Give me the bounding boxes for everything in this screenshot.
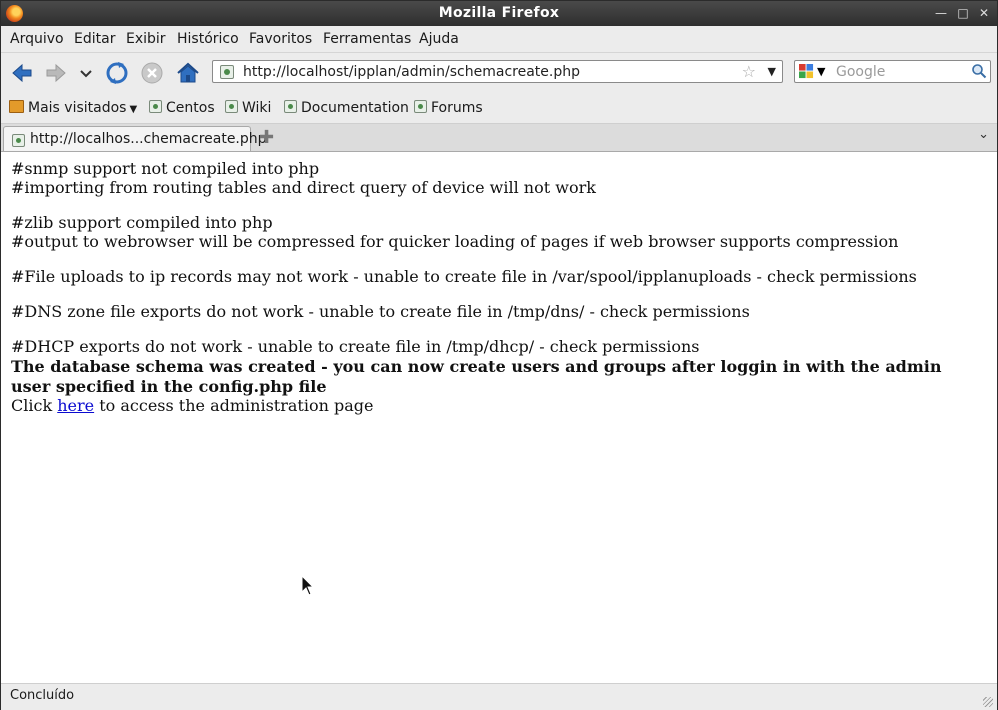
bookmark-label: Mais visitados <box>28 100 127 116</box>
bookmark-label: Wiki <box>242 100 272 116</box>
forward-arrow-icon[interactable] <box>43 60 69 86</box>
back-arrow-icon[interactable] <box>9 60 35 86</box>
minimize-icon[interactable]: — <box>933 5 949 21</box>
page-icon <box>12 134 25 147</box>
tab-bar: http://localhos...chemacreate.php ✚ ⌄ <box>1 124 997 152</box>
bookmark-wiki[interactable]: Wiki <box>225 100 271 116</box>
content-line: #importing from routing tables and direc… <box>11 178 596 197</box>
menu-editar[interactable]: Editar <box>74 31 115 47</box>
engine-dropdown-icon[interactable]: ▼ <box>817 65 825 78</box>
mouse-cursor-icon <box>301 575 315 596</box>
maximize-icon[interactable]: □ <box>955 5 971 21</box>
url-text[interactable]: http://localhost/ipplan/admin/schemacrea… <box>243 64 580 80</box>
bookmark-mais-visitados[interactable]: Mais visitados ▼ <box>9 100 137 116</box>
status-text: Concluído <box>10 688 75 703</box>
click-suffix: to access the administration page <box>99 396 374 415</box>
content-line: #DNS zone file exports do not work - una… <box>11 302 750 321</box>
search-icon[interactable] <box>971 63 987 79</box>
search-bar[interactable]: ▼ Google <box>794 60 991 83</box>
tab-list-icon[interactable]: ⌄ <box>978 127 989 142</box>
url-bar[interactable]: http://localhost/ipplan/admin/schemacrea… <box>212 60 783 83</box>
reload-icon[interactable] <box>104 60 130 86</box>
tab-active[interactable]: http://localhos...chemacreate.php <box>3 126 267 151</box>
content-line: #File uploads to ip records may not work… <box>11 267 917 286</box>
close-icon[interactable]: ✕ <box>976 5 992 21</box>
bookmark-label: Centos <box>166 100 215 116</box>
menu-arquivo[interactable]: Arquivo <box>10 31 64 47</box>
schema-created-message: The database schema was created - you ca… <box>11 357 942 376</box>
bookmark-label: Forums <box>431 100 483 116</box>
site-identity-icon[interactable] <box>220 65 234 79</box>
content-line: #DHCP exports do not work - unable to cr… <box>11 337 700 356</box>
content-line: #output to webrowser will be compressed … <box>11 232 899 251</box>
page-icon <box>149 100 162 113</box>
url-dropdown-icon[interactable]: ▼ <box>768 65 776 78</box>
menu-exibir[interactable]: Exibir <box>126 31 166 47</box>
folder-icon <box>9 100 24 113</box>
menu-historico[interactable]: Histórico <box>177 31 239 47</box>
page-icon <box>225 100 238 113</box>
page-icon <box>414 100 427 113</box>
admin-link-line: Click here to access the administration … <box>11 396 373 415</box>
history-dropdown-icon[interactable] <box>77 60 95 86</box>
content-line: #snmp support not compiled into php <box>11 159 320 178</box>
status-bar: Concluído <box>1 683 997 710</box>
new-tab-icon[interactable]: ✚ <box>259 127 274 148</box>
bookmark-centos[interactable]: Centos <box>149 100 215 116</box>
menu-favoritos[interactable]: Favoritos <box>249 31 312 47</box>
firefox-window: Mozilla Firefox — □ ✕ Arquivo Editar Exi… <box>0 0 998 710</box>
menu-ajuda[interactable]: Ajuda <box>419 31 459 47</box>
click-prefix: Click <box>11 396 53 415</box>
menu-bar: Arquivo Editar Exibir Histórico Favorito… <box>1 26 997 53</box>
title-bar[interactable]: Mozilla Firefox — □ ✕ <box>1 1 997 26</box>
home-icon[interactable] <box>175 60 201 86</box>
bookmark-star-icon[interactable]: ☆ <box>742 62 756 81</box>
search-placeholder[interactable]: Google <box>836 64 885 80</box>
bookmark-documentation[interactable]: Documentation <box>284 100 409 116</box>
content-line: #zlib support compiled into php <box>11 213 273 232</box>
schema-created-message-cont: user specified in the config.php file <box>11 377 327 396</box>
page-icon <box>284 100 297 113</box>
menu-ferramentas[interactable]: Ferramentas <box>323 31 411 47</box>
resize-grip-icon[interactable] <box>983 697 993 707</box>
page-content: #snmp support not compiled into php #imp… <box>1 152 997 683</box>
admin-page-link[interactable]: here <box>57 396 94 415</box>
tab-label: http://localhos...chemacreate.php <box>30 131 267 147</box>
bookmarks-toolbar: Mais visitados ▼ Centos Wiki Documentatio… <box>1 93 997 124</box>
window-title: Mozilla Firefox <box>438 5 560 21</box>
search-engine-icon[interactable] <box>799 64 814 79</box>
bookmark-forums[interactable]: Forums <box>414 100 483 116</box>
chevron-down-icon: ▼ <box>129 104 138 115</box>
stop-icon[interactable] <box>139 60 165 86</box>
bookmark-label: Documentation <box>301 100 409 116</box>
